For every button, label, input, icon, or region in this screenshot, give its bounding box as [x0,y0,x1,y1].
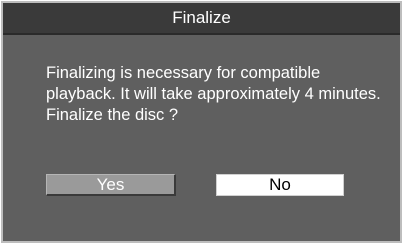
yes-button[interactable]: Yes [46,174,176,196]
message-line: Finalize the disc ? [46,106,179,124]
message-line: Finalizing is necessary for compatible [46,64,321,82]
dialog-title: Finalize [172,8,231,27]
message-line: playback. It will take approximately 4 m… [46,85,381,103]
no-button[interactable]: No [216,174,344,196]
finalize-dialog: Finalize Finalizing is necessary for com… [0,0,403,244]
dialog-title-bar: Finalize [3,3,400,35]
dialog-message: Finalizing is necessary for compatible p… [46,63,396,126]
dialog-frame: Finalize Finalizing is necessary for com… [1,1,402,243]
